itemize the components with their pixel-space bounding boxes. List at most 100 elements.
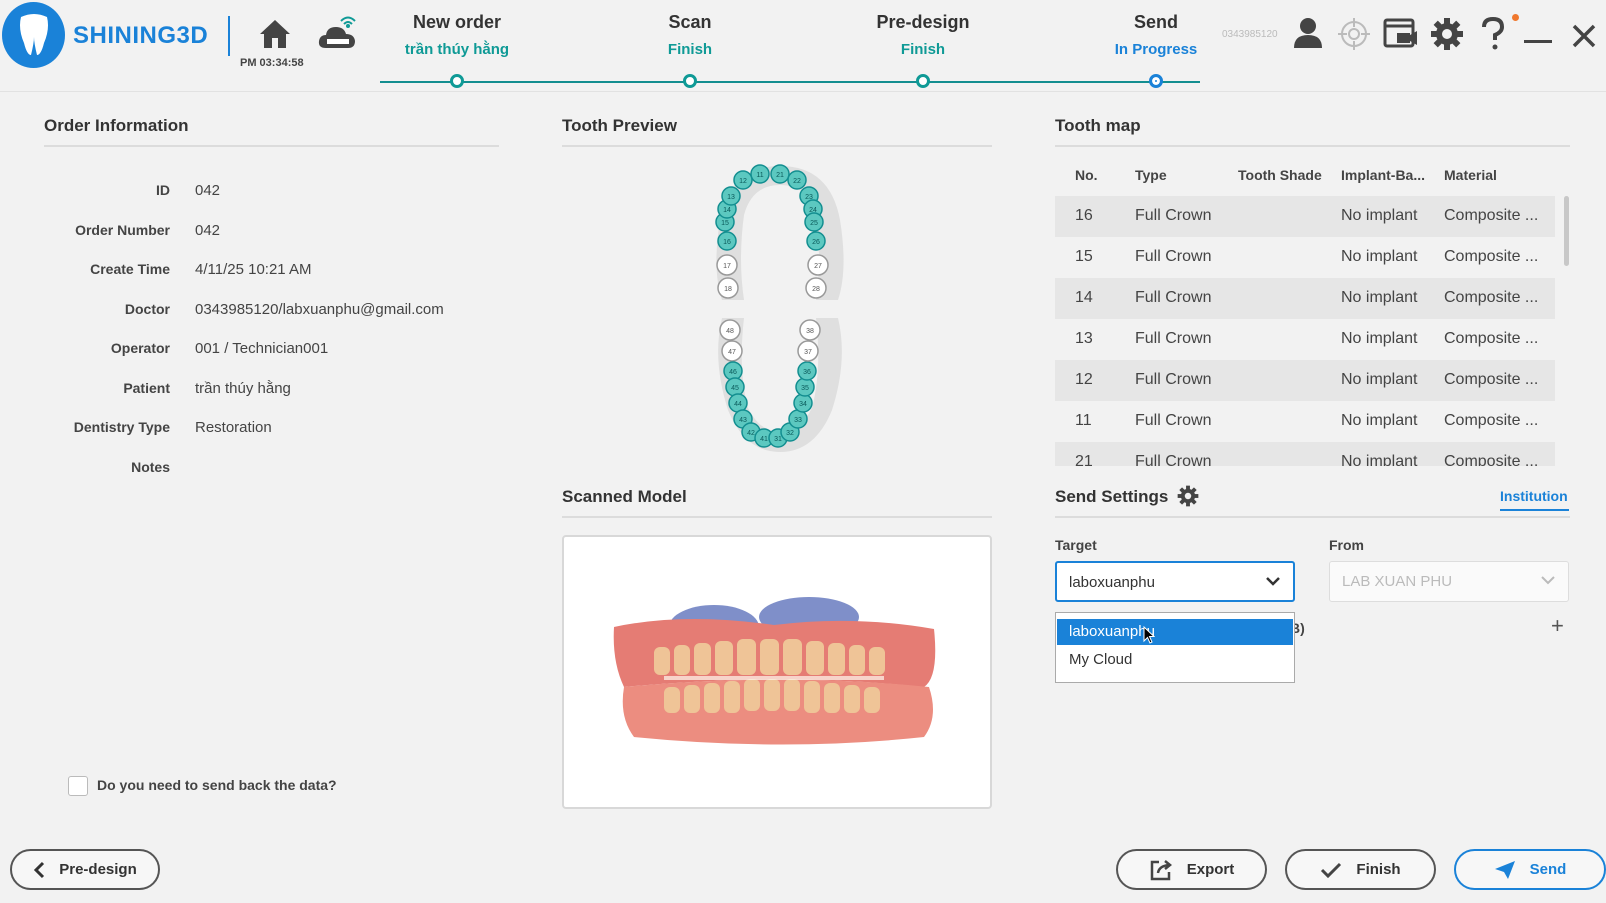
- step-dot-pre-design[interactable]: [916, 74, 930, 88]
- send-settings-gear-icon[interactable]: [1177, 485, 1199, 512]
- cloud-sync-icon[interactable]: [318, 16, 358, 57]
- crosshair-icon[interactable]: [1337, 17, 1371, 56]
- tooth-47[interactable]: 47: [721, 340, 743, 362]
- dental-model-image: [613, 597, 936, 745]
- svg-text:13: 13: [727, 194, 735, 201]
- tooth-11[interactable]: 11: [750, 164, 770, 184]
- tab-institution[interactable]: Institution: [1500, 488, 1568, 504]
- info-value: 001 / Technician001: [195, 340, 329, 357]
- cell-implant: No implant: [1341, 412, 1418, 429]
- tooth-35[interactable]: 35: [795, 377, 815, 397]
- tooth-48[interactable]: 48: [719, 319, 741, 341]
- tooth-26[interactable]: 26: [806, 231, 826, 251]
- from-select[interactable]: LAB XUAN PHU: [1329, 561, 1569, 602]
- cell-type: Full Crown: [1135, 453, 1212, 466]
- col-no[interactable]: No.: [1075, 167, 1098, 183]
- table-row[interactable]: 16 Full Crown No implant Composite ...: [1055, 196, 1555, 237]
- top-bar: SHINING3D PM 03:34:58 New order trần thú…: [0, 0, 1606, 92]
- tooth-17[interactable]: 17: [716, 254, 738, 276]
- tooth-22[interactable]: 22: [787, 170, 807, 190]
- back-pre-design-button[interactable]: Pre-design: [10, 849, 160, 890]
- target-label: Target: [1055, 537, 1097, 553]
- tooth-21[interactable]: 21: [770, 164, 790, 184]
- send-button-label: Send: [1529, 861, 1567, 878]
- table-row[interactable]: 14 Full Crown No implant Composite ...: [1055, 278, 1555, 319]
- tooth-16[interactable]: 16: [717, 231, 737, 251]
- cell-type: Full Crown: [1135, 248, 1212, 265]
- col-implant-base[interactable]: Implant-Ba...: [1341, 167, 1425, 183]
- step-pre-design[interactable]: Pre-design Finish: [823, 12, 1023, 58]
- tooth-46[interactable]: 46: [723, 361, 743, 381]
- table-row[interactable]: 13 Full Crown No implant Composite ...: [1055, 319, 1555, 360]
- tooth-18[interactable]: 18: [717, 277, 739, 299]
- col-tooth-shade[interactable]: Tooth Shade: [1238, 167, 1322, 183]
- brand-divider: [228, 16, 230, 56]
- dropdown-option-my-cloud[interactable]: My Cloud: [1057, 647, 1293, 673]
- step-dot-send[interactable]: [1149, 74, 1163, 88]
- tooth-28[interactable]: 28: [805, 277, 827, 299]
- from-label: From: [1329, 537, 1364, 553]
- dropdown-option-laboxuanphu[interactable]: laboxuanphu: [1057, 619, 1293, 645]
- settings-gear-icon[interactable]: [1430, 17, 1464, 56]
- from-select-value: LAB XUAN PHU: [1342, 573, 1453, 590]
- tooth-25[interactable]: 25: [804, 212, 824, 232]
- tooth-13[interactable]: 13: [721, 186, 741, 206]
- add-icon[interactable]: +: [1551, 613, 1564, 639]
- user-icon[interactable]: [1293, 17, 1323, 54]
- tooth-map-scrollbar[interactable]: [1564, 196, 1569, 266]
- tooth-map-table-body[interactable]: 16 Full Crown No implant Composite ... 1…: [1055, 196, 1560, 466]
- tooth-36[interactable]: 36: [797, 361, 817, 381]
- svg-text:17: 17: [723, 263, 731, 270]
- send-button[interactable]: Send: [1454, 849, 1606, 890]
- svg-text:41: 41: [760, 436, 768, 443]
- svg-text:12: 12: [739, 178, 747, 185]
- table-row[interactable]: 15 Full Crown No implant Composite ...: [1055, 237, 1555, 278]
- cell-type: Full Crown: [1135, 371, 1212, 388]
- order-info-divider: [44, 145, 499, 147]
- send-back-checkbox[interactable]: [68, 776, 88, 796]
- step-new-order[interactable]: New order trần thúy hằng: [357, 12, 557, 58]
- finish-button[interactable]: Finish: [1285, 849, 1436, 890]
- step-dot-new-order[interactable]: [450, 74, 464, 88]
- step-dot-scan[interactable]: [683, 74, 697, 88]
- info-row-order-number: Order Number 042: [30, 222, 510, 242]
- tooth-33[interactable]: 33: [788, 409, 808, 429]
- tooth-chart[interactable]: 1817161514131211 212223242526272848474645…: [700, 160, 860, 460]
- step-scan[interactable]: Scan Finish: [590, 12, 790, 58]
- scanned-model-viewer[interactable]: [562, 535, 992, 809]
- target-select-value: laboxuanphu: [1069, 574, 1155, 591]
- col-type[interactable]: Type: [1135, 167, 1167, 183]
- cell-no: 16: [1075, 207, 1093, 224]
- help-icon[interactable]: [1480, 16, 1506, 56]
- tooth-45[interactable]: 45: [725, 377, 745, 397]
- send-settings-divider: [1055, 516, 1570, 518]
- close-icon[interactable]: [1572, 24, 1596, 53]
- chevron-left-icon: [34, 861, 45, 878]
- notification-dot: [1512, 14, 1519, 21]
- col-material[interactable]: Material: [1444, 167, 1497, 183]
- brand-name: SHINING3D: [73, 22, 209, 49]
- tooth-44[interactable]: 44: [728, 393, 748, 413]
- export-button[interactable]: Export: [1116, 849, 1267, 890]
- svg-text:28: 28: [812, 286, 820, 293]
- tab-underline: [1500, 509, 1569, 511]
- tooth-27[interactable]: 27: [807, 254, 829, 276]
- tooth-34[interactable]: 34: [793, 393, 813, 413]
- table-row[interactable]: 12 Full Crown No implant Composite ...: [1055, 360, 1555, 401]
- svg-text:11: 11: [756, 172, 763, 179]
- cell-implant: No implant: [1341, 330, 1418, 347]
- cell-type: Full Crown: [1135, 289, 1212, 306]
- svg-text:34: 34: [799, 401, 807, 408]
- tooth-37[interactable]: 37: [797, 340, 819, 362]
- target-select[interactable]: laboxuanphu: [1055, 561, 1295, 602]
- tooth-12[interactable]: 12: [733, 170, 753, 190]
- cell-material: Composite ...: [1444, 412, 1539, 429]
- minimize-icon[interactable]: [1524, 32, 1554, 50]
- cell-type: Full Crown: [1135, 207, 1212, 224]
- home-icon[interactable]: [258, 18, 292, 55]
- tooth-38[interactable]: 38: [799, 319, 821, 341]
- info-label: Operator: [110, 340, 170, 356]
- table-row[interactable]: 11 Full Crown No implant Composite ...: [1055, 401, 1555, 442]
- screen-record-icon[interactable]: [1383, 17, 1419, 56]
- table-row[interactable]: 21 Full Crown No implant Composite ...: [1055, 442, 1555, 466]
